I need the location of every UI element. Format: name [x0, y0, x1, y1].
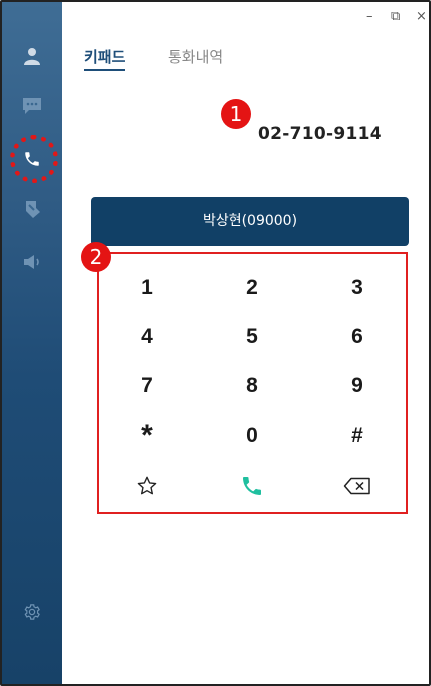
key-1[interactable]: 1 [117, 268, 177, 308]
call-button[interactable] [222, 466, 282, 506]
phone-icon [25, 152, 39, 166]
contact-button[interactable]: 박상현(09000) [91, 197, 409, 246]
person-icon [24, 48, 40, 65]
speaker-icon [24, 255, 39, 269]
backspace-icon [343, 477, 370, 495]
dialed-number: 02-710-9114 [258, 124, 382, 144]
callout-marker-2: 2 [81, 242, 111, 272]
phone-icon [243, 477, 261, 495]
chat-icon [23, 98, 41, 114]
key-3[interactable]: 3 [327, 268, 387, 308]
sidebar-item-settings[interactable] [2, 592, 62, 632]
favorite-button[interactable] [117, 466, 177, 506]
tab-keypad[interactable]: 키패드 [84, 46, 126, 71]
key-0[interactable]: 0 [222, 416, 282, 456]
key-2[interactable]: 2 [222, 268, 282, 308]
sidebar [2, 2, 62, 684]
app-window: – ⧉ × 키패드 통화내역 1 02-710-9114 박상현(09000) … [0, 0, 431, 686]
restore-button[interactable]: ⧉ [391, 10, 400, 24]
key-star[interactable]: * [117, 416, 177, 456]
sidebar-item-forward[interactable] [2, 189, 62, 229]
sidebar-item-messages[interactable] [2, 86, 62, 126]
key-hash[interactable]: # [327, 416, 387, 456]
backspace-button[interactable] [327, 466, 387, 506]
sidebar-item-contacts[interactable] [2, 36, 62, 76]
tab-call-history[interactable]: 통화내역 [168, 46, 223, 67]
key-6[interactable]: 6 [327, 317, 387, 357]
callout-marker-1: 1 [221, 99, 251, 129]
key-4[interactable]: 4 [117, 317, 177, 357]
key-7[interactable]: 7 [117, 366, 177, 406]
gear-icon [24, 604, 40, 620]
close-button[interactable]: × [416, 10, 427, 24]
sidebar-item-calls[interactable] [2, 139, 62, 179]
forward-icon [26, 201, 40, 218]
key-5[interactable]: 5 [222, 317, 282, 357]
key-8[interactable]: 8 [222, 366, 282, 406]
sidebar-item-announce[interactable] [2, 242, 62, 282]
star-icon [137, 476, 157, 495]
minimize-button[interactable]: – [366, 10, 373, 24]
keypad: 1 2 3 4 5 6 7 8 9 * 0 # [97, 252, 408, 514]
key-9[interactable]: 9 [327, 366, 387, 406]
